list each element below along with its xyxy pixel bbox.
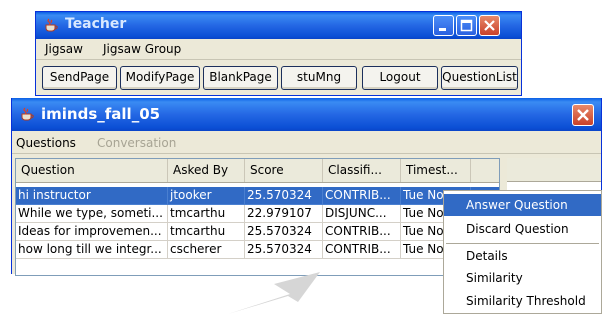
cell-asked-by: tmcarthu xyxy=(168,205,245,223)
blank-page-button[interactable]: BlankPage xyxy=(203,66,278,90)
cell-classification: CONTRIB... xyxy=(323,223,401,241)
iminds-titlebar[interactable]: iminds_fall_05 xyxy=(12,98,601,131)
menu-jigsaw-group[interactable]: Jigsaw Group xyxy=(103,42,181,56)
column-header-question[interactable]: Question xyxy=(16,159,168,182)
logout-button[interactable]: Logout xyxy=(362,66,438,90)
maximize-button[interactable] xyxy=(456,15,477,36)
table-row[interactable]: hi instructor jtooker 25.570324 CONTRIB.… xyxy=(16,187,499,205)
close-icon xyxy=(577,109,589,121)
tab-bar: Questions Conversation xyxy=(12,131,601,154)
column-header-asked-by[interactable]: Asked By xyxy=(168,159,245,182)
cell-asked-by: cscherer xyxy=(168,241,245,259)
cell-score: 25.570324 xyxy=(245,187,323,205)
column-header-score[interactable]: Score xyxy=(245,159,323,182)
tab-conversation[interactable]: Conversation xyxy=(97,136,176,150)
modify-page-button[interactable]: ModifyPage xyxy=(120,66,200,90)
cell-score: 22.979107 xyxy=(245,205,323,223)
maximize-icon xyxy=(460,19,473,32)
table-row[interactable]: While we type, someti... tmcarthu 22.979… xyxy=(16,205,499,223)
question-list-button[interactable]: QuestionList xyxy=(441,66,518,90)
java-cup-icon xyxy=(21,107,34,121)
cell-asked-by: tmcarthu xyxy=(168,223,245,241)
context-menu: Answer Question Discard Question Details… xyxy=(443,190,602,314)
close-icon xyxy=(484,20,495,31)
close-button[interactable] xyxy=(572,104,594,126)
side-panel-header xyxy=(507,158,601,182)
cell-classification: CONTRIB... xyxy=(323,241,401,259)
teacher-toolbar: SendPage ModifyPage BlankPage stuMng Log… xyxy=(36,60,521,97)
column-header-timestamp[interactable]: Timest... xyxy=(401,159,471,182)
cell-score: 25.570324 xyxy=(245,241,323,259)
cell-question: hi instructor xyxy=(16,187,168,205)
grey-arrow-shape xyxy=(228,272,320,314)
table-row[interactable]: Ideas for improvemen... tmcarthu 25.5703… xyxy=(16,223,499,241)
table-row[interactable]: how long till we integr... cscherer 25.5… xyxy=(16,241,499,259)
teacher-menubar: Jigsaw Jigsaw Group xyxy=(36,39,521,60)
table-header: Question Asked By Score Classifi... Time… xyxy=(16,159,499,183)
cell-asked-by: jtooker xyxy=(168,187,245,205)
send-page-button[interactable]: SendPage xyxy=(42,66,117,90)
cell-classification: DISJUNC... xyxy=(323,205,401,223)
teacher-titlebar[interactable]: Teacher xyxy=(36,12,521,39)
menu-separator xyxy=(446,243,599,244)
minimize-icon xyxy=(439,28,446,31)
question-table: Question Asked By Score Classifi... Time… xyxy=(15,158,500,276)
stu-mng-button[interactable]: stuMng xyxy=(281,66,357,90)
close-button[interactable] xyxy=(479,15,500,36)
cell-question: While we type, someti... xyxy=(16,205,168,223)
menu-jigsaw[interactable]: Jigsaw xyxy=(45,42,83,56)
minimize-button[interactable] xyxy=(433,15,454,36)
window-title: iminds_fall_05 xyxy=(41,105,161,123)
menu-item-similarity-threshold[interactable]: Similarity Threshold xyxy=(444,290,601,312)
column-header-classification[interactable]: Classifi... xyxy=(323,159,401,182)
menu-item-answer-question[interactable]: Answer Question xyxy=(444,194,601,216)
menu-item-discard-question[interactable]: Discard Question xyxy=(444,218,601,240)
teacher-window: Teacher Jigsaw Jigsaw Group SendPage Mod… xyxy=(35,11,522,96)
menu-item-similarity[interactable]: Similarity xyxy=(444,267,601,289)
cell-question: Ideas for improvemen... xyxy=(16,223,168,241)
window-title: Teacher xyxy=(65,16,127,32)
menu-item-details[interactable]: Details xyxy=(444,245,601,267)
java-cup-icon xyxy=(45,18,58,32)
cell-classification: CONTRIB... xyxy=(323,187,401,205)
tab-questions[interactable]: Questions xyxy=(16,136,76,150)
cell-score: 25.570324 xyxy=(245,223,323,241)
cell-question: how long till we integr... xyxy=(16,241,168,259)
